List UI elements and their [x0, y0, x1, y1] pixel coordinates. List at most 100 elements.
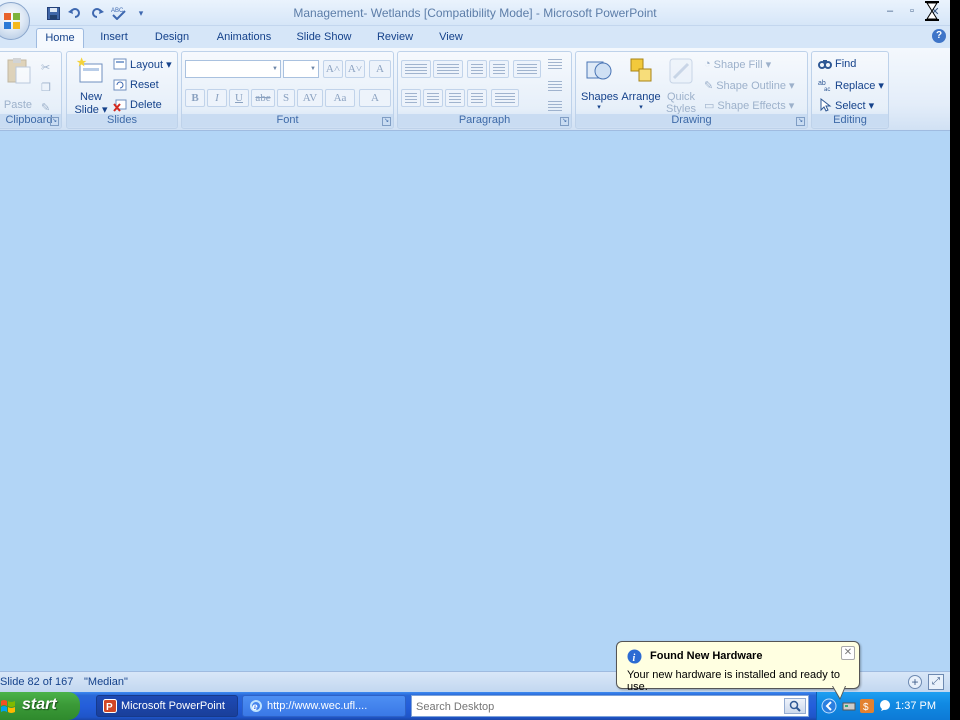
tab-view[interactable]: View	[432, 28, 470, 48]
paragraph-launcher-icon[interactable]: ↘	[560, 117, 569, 126]
columns-button[interactable]	[491, 89, 519, 107]
paste-button[interactable]: Paste	[3, 56, 33, 111]
theme-name[interactable]: "Median"	[84, 676, 128, 688]
shape-effects-label: Shape Effects ▾	[717, 99, 795, 112]
ribbon-tabs: Home Insert Design Animations Slide Show…	[0, 26, 950, 48]
balloon-close-button[interactable]: ✕	[841, 646, 855, 660]
arrange-button[interactable]: Arrange ▾	[620, 56, 662, 111]
svg-text:e: e	[252, 702, 258, 713]
select-label: Select ▾	[835, 99, 875, 112]
font-launcher-icon[interactable]: ↘	[382, 117, 391, 126]
screen-edge	[950, 0, 960, 720]
start-button[interactable]: start	[0, 692, 80, 720]
slide-workspace[interactable]	[0, 131, 950, 671]
pen-icon: ✎	[704, 79, 714, 92]
clipboard-group: Paste ✂ ❐ ✎ Clipboard ↘	[0, 51, 62, 129]
balloon-title: Found New Hardware	[650, 650, 763, 662]
ribbon: Paste ✂ ❐ ✎ Clipboard ↘ New Slide ▾ Layo…	[0, 48, 950, 131]
shapes-button[interactable]: Shapes ▾	[581, 56, 619, 111]
italic-button[interactable]: I	[207, 89, 227, 107]
editing-group: Find ab ac Replace ▾ Select ▾ Editing	[811, 51, 889, 129]
quick-styles-label-1: Quick	[666, 91, 696, 103]
strikethrough-button[interactable]: abe	[251, 89, 275, 107]
cut-icon[interactable]: ✂	[41, 58, 50, 76]
numbering-button[interactable]	[433, 60, 463, 78]
restore-button[interactable]: ▫	[904, 2, 920, 20]
align-right-button[interactable]	[445, 89, 465, 107]
clock[interactable]: 1:37 PM	[895, 700, 936, 712]
fit-to-window-button[interactable]: ⤢	[928, 674, 944, 690]
minimize-button[interactable]: –	[882, 2, 898, 20]
font-color-button[interactable]: A	[359, 89, 391, 107]
zoom-in-button[interactable]: +	[908, 675, 922, 689]
tab-insert[interactable]: Insert	[92, 28, 136, 48]
select-button[interactable]: Select ▾	[818, 96, 874, 114]
reset-label: Reset	[130, 79, 159, 91]
delete-label: Delete	[130, 99, 162, 111]
reset-button[interactable]: Reset	[113, 76, 159, 94]
paragraph-group-label: Paragraph	[398, 114, 571, 127]
svg-text:ab: ab	[818, 80, 826, 87]
windows-flag-icon	[1, 700, 15, 713]
shrink-font-button[interactable]: A˅	[345, 60, 365, 78]
layout-icon	[113, 58, 127, 70]
replace-button[interactable]: ab ac Replace ▾	[818, 76, 884, 94]
font-group: ▼ ▼ A˄ A˅ A B I U abe S AV Aa A Font ↘	[181, 51, 394, 129]
quick-styles-icon	[669, 58, 693, 84]
find-button[interactable]: Find	[818, 55, 856, 73]
messenger-icon[interactable]	[877, 698, 893, 714]
tab-home[interactable]: Home	[36, 28, 84, 48]
bullets-button[interactable]	[401, 60, 431, 78]
taskbar: start P Microsoft PowerPoint e http://ww…	[0, 692, 950, 720]
justify-button[interactable]	[467, 89, 487, 107]
task-browser[interactable]: e http://www.wec.ufl....	[242, 695, 406, 717]
clear-formatting-button[interactable]: A	[369, 60, 391, 78]
hardware-icon[interactable]	[841, 698, 857, 714]
layout-button[interactable]: Layout ▾	[113, 55, 172, 73]
clipboard-launcher-icon[interactable]: ↘	[50, 117, 59, 126]
shape-outline-button[interactable]: ✎ Shape Outline ▾	[704, 76, 795, 94]
help-icon[interactable]: ?	[932, 29, 946, 43]
notification-balloon[interactable]: i Found New Hardware Your new hardware i…	[616, 641, 860, 693]
font-name-combo[interactable]: ▼	[185, 60, 281, 78]
shadow-button[interactable]: S	[277, 89, 295, 107]
change-case-button[interactable]: Aa	[325, 89, 355, 107]
shapes-label: Shapes	[581, 91, 619, 103]
tray-expand-icon[interactable]	[821, 698, 837, 714]
delete-icon	[113, 99, 127, 112]
desktop-search-input[interactable]	[416, 699, 776, 714]
shape-effects-button[interactable]: ▭ Shape Effects ▾	[704, 96, 794, 114]
copy-icon[interactable]: ❐	[41, 78, 51, 96]
font-size-combo[interactable]: ▼	[283, 60, 319, 78]
align-center-button[interactable]	[423, 89, 443, 107]
app-tray-icon[interactable]: $	[859, 698, 875, 714]
search-button[interactable]	[784, 698, 806, 714]
tab-design[interactable]: Design	[148, 28, 196, 48]
slide-counter: Slide 82 of 167	[0, 676, 74, 688]
task-powerpoint[interactable]: P Microsoft PowerPoint	[96, 695, 238, 717]
layout-label: Layout ▾	[130, 58, 172, 71]
desktop-search-box	[411, 695, 809, 717]
tab-review[interactable]: Review	[370, 28, 420, 48]
shapes-icon	[586, 61, 612, 80]
drawing-group: Shapes ▾ Arrange ▾ Quick Styles ▾	[575, 51, 808, 129]
text-direction-icon[interactable]	[545, 56, 565, 74]
tab-animations[interactable]: Animations	[208, 28, 280, 48]
underline-button[interactable]: U	[229, 89, 249, 107]
balloon-message: Your new hardware is installed and ready…	[627, 669, 841, 693]
align-text-icon[interactable]	[545, 78, 565, 96]
powerpoint-icon: P	[103, 699, 117, 713]
search-icon	[789, 700, 801, 712]
shape-fill-button[interactable]: ◔ Shape Fill ▾	[704, 55, 771, 73]
bold-button[interactable]: B	[185, 89, 205, 107]
align-left-button[interactable]	[401, 89, 421, 107]
increase-indent-button[interactable]	[489, 60, 509, 78]
tab-slide-show[interactable]: Slide Show	[290, 28, 358, 48]
drawing-launcher-icon[interactable]: ↘	[796, 117, 805, 126]
character-spacing-button[interactable]: AV	[297, 89, 323, 107]
new-slide-button[interactable]: New Slide ▾	[71, 56, 111, 116]
line-spacing-button[interactable]	[513, 60, 541, 78]
grow-font-button[interactable]: A˄	[323, 60, 343, 78]
delete-button[interactable]: Delete	[113, 96, 162, 114]
decrease-indent-button[interactable]	[467, 60, 487, 78]
